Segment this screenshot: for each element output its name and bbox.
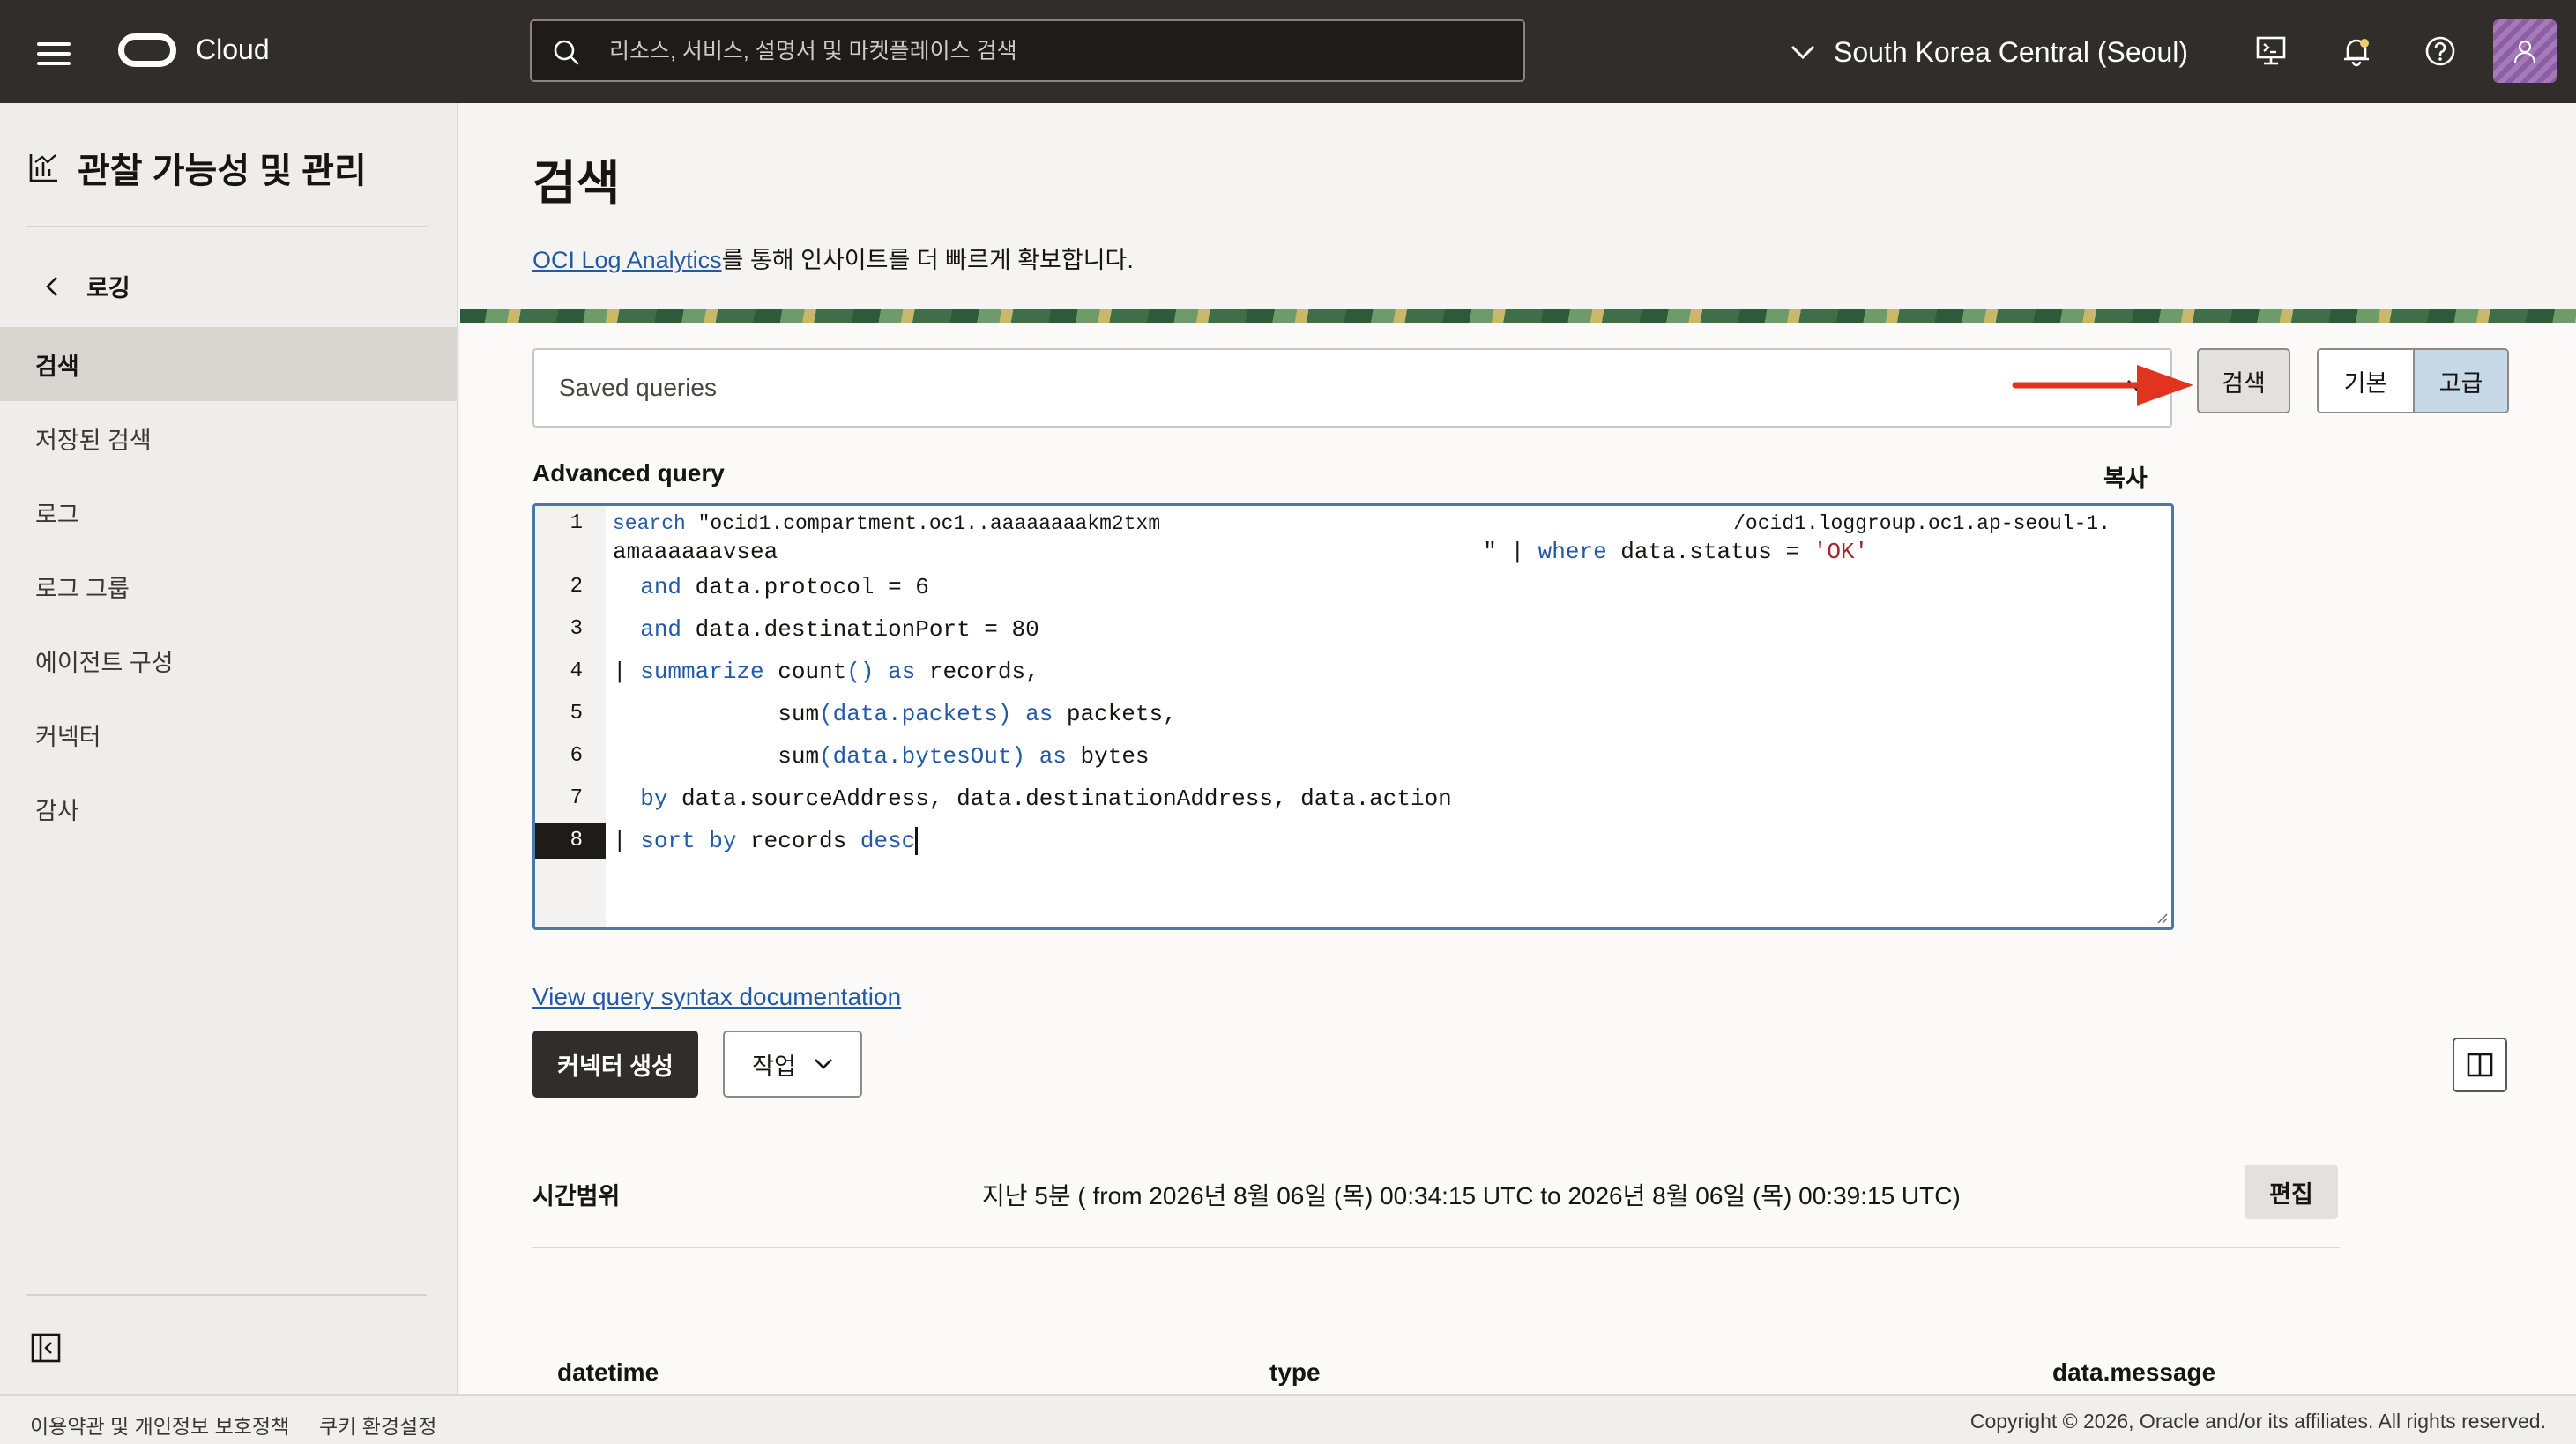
top-header: Cloud South Korea Central (Seoul): [0, 0, 2576, 103]
sidebar: 관찰 가능성 및 관리 로깅 검색 저장된 검색 로그 로그 그룹 에이전트 구…: [0, 103, 458, 1394]
search-button[interactable]: 검색: [2197, 348, 2290, 413]
column-header-datetime[interactable]: datetime: [557, 1358, 659, 1387]
sidebar-bottom-divider: [26, 1294, 427, 1296]
code-line-3: and data.destinationPort = 80: [640, 616, 1039, 643]
terms-privacy-link[interactable]: 이용약관 및 개인정보 보호정책: [30, 1410, 289, 1440]
create-connector-button[interactable]: 커넥터 생성: [532, 1031, 698, 1098]
decorative-banner: [460, 309, 2576, 323]
promo-text: OCI Log Analytics를 통해 인사이트를 더 빠르게 확보합니다.: [532, 241, 1134, 275]
help-icon[interactable]: [2424, 35, 2456, 67]
line-number: 7: [570, 786, 583, 810]
user-icon: [2513, 40, 2536, 63]
search-icon: [554, 40, 579, 65]
brand-label[interactable]: Cloud: [196, 33, 270, 66]
oracle-logo-icon[interactable]: [118, 33, 176, 67]
columns-icon: [2467, 1053, 2493, 1077]
collapse-sidebar-icon[interactable]: [30, 1332, 62, 1364]
text-caret: [915, 827, 919, 856]
sidebar-title-text: 관찰 가능성 및 관리: [78, 152, 367, 190]
mode-advanced-button[interactable]: 고급: [2413, 350, 2507, 412]
code-line-7: by data.sourceAddress, data.destinationA…: [640, 785, 1452, 812]
time-range-value: 지난 5분 ( from 2026년 8월 06일 (목) 00:34:15 U…: [982, 1182, 1961, 1210]
chevron-down-icon: [814, 1059, 832, 1069]
cookie-preferences-link[interactable]: 쿠키 환경설정: [319, 1410, 436, 1440]
notifications-bell-icon[interactable]: [2341, 35, 2372, 67]
query-editor[interactable]: 1 2 3 4 5 6 7 8 search "ocid1.compartmen…: [532, 503, 2174, 930]
sidebar-divider: [26, 226, 427, 227]
line-number: 2: [570, 575, 583, 599]
sidebar-item-search[interactable]: 검색: [0, 327, 457, 401]
mode-basic-button[interactable]: 기본: [2319, 350, 2413, 412]
column-header-type[interactable]: type: [1269, 1358, 1321, 1387]
search-panel: Saved queries 검색 기본 고급 Advanced query 복사…: [460, 323, 2576, 1394]
page-title: 검색: [532, 157, 621, 210]
column-header-data-message[interactable]: data.message: [2052, 1358, 2215, 1387]
actions-dropdown[interactable]: 작업: [723, 1031, 862, 1098]
code-line-5: sum(data.packets) as packets,: [778, 701, 1177, 727]
saved-queries-placeholder: Saved queries: [559, 374, 718, 401]
copy-button[interactable]: 복사: [2103, 459, 2148, 494]
code-line-6: sum(data.bytesOut) as bytes: [778, 743, 1150, 770]
line-number: 6: [570, 744, 583, 768]
saved-queries-select[interactable]: Saved queries: [532, 348, 2172, 428]
query-mode-toggle: 기본 고급: [2317, 348, 2509, 413]
sidebar-item-agent-config[interactable]: 에이전트 구성: [0, 623, 457, 697]
actions-label: 작업: [752, 1053, 796, 1080]
chevron-down-icon: [1791, 45, 1815, 60]
observability-chart-icon: [29, 154, 57, 182]
copyright-text: Copyright © 2026, Oracle and/or its affi…: [1969, 1410, 2546, 1433]
time-range-label: 시간범위: [532, 1183, 621, 1210]
code-line-2: and data.protocol = 6: [640, 574, 929, 600]
chevron-left-icon: [46, 276, 57, 296]
user-avatar[interactable]: [2493, 19, 2557, 83]
log-analytics-link[interactable]: OCI Log Analytics: [532, 247, 722, 273]
global-search-input[interactable]: [609, 33, 1491, 69]
line-number: 4: [570, 659, 583, 683]
sidebar-item-connectors[interactable]: 커넥터: [0, 697, 457, 771]
line-number: 3: [570, 617, 583, 641]
column-layout-button[interactable]: [2453, 1038, 2507, 1092]
code-line-8: | sort by records desc: [613, 823, 919, 859]
edit-time-range-button[interactable]: 편집: [2245, 1165, 2338, 1219]
cloud-shell-icon[interactable]: [2255, 35, 2287, 67]
sidebar-back-logging[interactable]: 로깅: [46, 269, 130, 303]
sidebar-back-label: 로깅: [86, 275, 130, 301]
resize-handle-icon[interactable]: [2155, 912, 2168, 924]
query-syntax-doc-link[interactable]: View query syntax documentation: [532, 983, 901, 1011]
region-label: South Korea Central (Seoul): [1834, 35, 2188, 68]
advanced-query-label: Advanced query: [532, 459, 725, 487]
main-content: 검색 OCI Log Analytics를 통해 인사이트를 더 빠르게 확보합…: [460, 103, 2576, 1394]
annotation-arrow-icon: [2012, 365, 2193, 406]
sidebar-item-audit[interactable]: 감사: [0, 771, 457, 845]
time-range-divider: [532, 1247, 2340, 1248]
line-number: 1: [570, 511, 583, 535]
line-number: 5: [570, 702, 583, 726]
global-search[interactable]: [530, 19, 1525, 82]
region-selector[interactable]: South Korea Central (Seoul): [1790, 32, 2188, 72]
menu-icon[interactable]: [37, 42, 71, 65]
line-number-current: 8: [535, 823, 606, 859]
code-line-1-wrap: amaaaaaavsea " | where data.status = 'OK': [613, 539, 1869, 565]
footer: 이용약관 및 개인정보 보호정책 쿠키 환경설정 Copyright © 202…: [0, 1394, 2576, 1444]
sidebar-item-log-groups[interactable]: 로그 그룹: [0, 549, 457, 623]
sidebar-title: 관찰 가능성 및 관리: [28, 142, 367, 193]
code-line-4: | summarize count() as records,: [613, 659, 1039, 685]
sidebar-item-logs[interactable]: 로그: [0, 475, 457, 549]
sidebar-item-saved-searches[interactable]: 저장된 검색: [0, 401, 457, 475]
promo-suffix: 를 통해 인사이트를 더 빠르게 확보합니다.: [721, 247, 1134, 273]
